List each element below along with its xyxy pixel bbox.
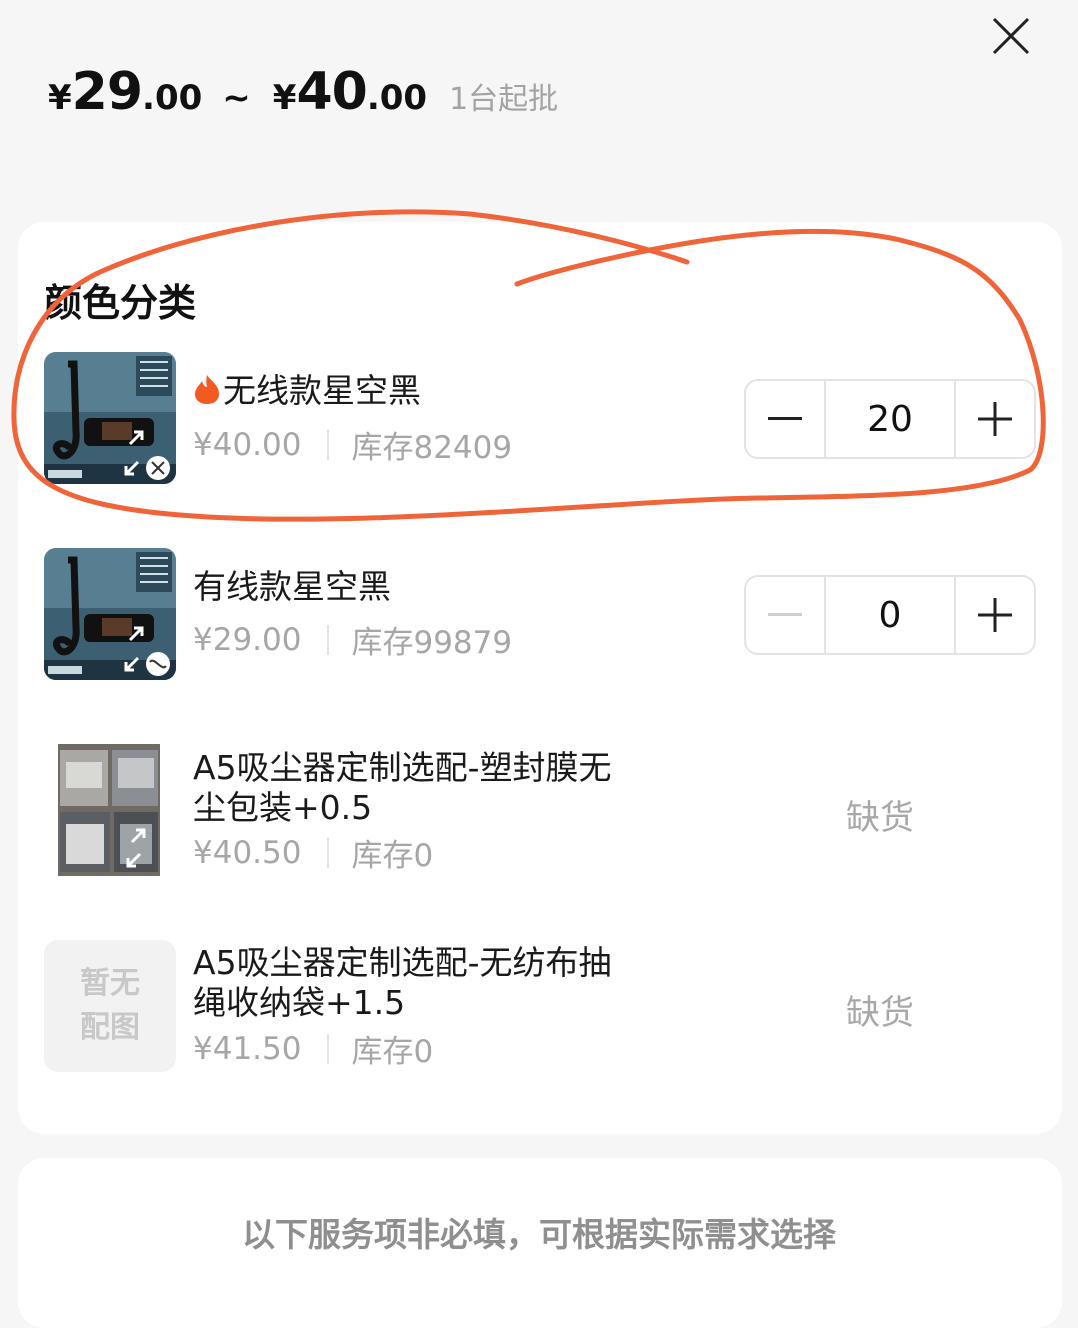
decrement-button[interactable] xyxy=(746,577,824,653)
fire-icon xyxy=(193,373,221,414)
sku-name-text: 无线款星空黑 xyxy=(223,371,421,410)
product-thumbnail[interactable] xyxy=(44,548,176,680)
quantity-stepper: 20 xyxy=(744,379,1036,459)
divider xyxy=(327,429,330,460)
quantity-stepper: 0 xyxy=(744,575,1036,655)
sku-meta: ¥40.00 库存82409 xyxy=(193,422,512,467)
increment-button[interactable] xyxy=(956,577,1034,653)
decrement-button[interactable] xyxy=(746,381,824,457)
price-max-decimal: .00 xyxy=(366,78,428,118)
sku-stock: 库存0 xyxy=(351,838,434,874)
quantity-value[interactable]: 0 xyxy=(824,577,956,653)
divider xyxy=(327,624,330,655)
currency-symbol: ¥ xyxy=(48,78,72,118)
section-title: 颜色分类 xyxy=(44,281,197,325)
sku-meta: ¥41.50 库存0 xyxy=(193,1026,433,1071)
sku-name-line: 绳收纳袋+1.5 xyxy=(193,983,406,1022)
close-icon[interactable] xyxy=(990,15,1032,57)
out-of-stock-label: 缺货 xyxy=(846,798,914,838)
sku-price: ¥40.50 xyxy=(193,834,302,871)
sku-stock: 库存0 xyxy=(351,1034,434,1070)
no-image-placeholder: 暂无 配图 xyxy=(44,940,176,1072)
sku-name-line: 尘包装+0.5 xyxy=(193,788,373,827)
sku-name: 有线款星空黑 xyxy=(193,567,391,606)
min-order-label: 1台起批 xyxy=(449,82,559,117)
price-min-decimal: .00 xyxy=(142,78,203,118)
range-separator: ~ xyxy=(222,78,251,118)
divider xyxy=(327,837,330,868)
quantity-value[interactable]: 20 xyxy=(824,381,956,457)
out-of-stock-label: 缺货 xyxy=(846,993,914,1033)
sku-name-line: A5吸尘器定制选配-无纺布抽 xyxy=(193,943,612,982)
sku-name: A5吸尘器定制选配-无纺布抽 绳收纳袋+1.5 xyxy=(193,943,663,1023)
service-note: 以下服务项非必填，可根据实际需求选择 xyxy=(242,1215,836,1254)
sku-price: ¥29.00 xyxy=(193,621,302,658)
sku-price: ¥41.50 xyxy=(193,1030,302,1067)
sku-name: 无线款星空黑 xyxy=(193,371,663,414)
sku-name: A5吸尘器定制选配-塑封膜无 尘包装+0.5 xyxy=(193,748,663,828)
increment-button[interactable] xyxy=(956,381,1034,457)
placeholder-text: 配图 xyxy=(80,1010,140,1045)
sku-stock: 库存99879 xyxy=(351,625,513,661)
sku-name-line: A5吸尘器定制选配-塑封膜无 xyxy=(193,748,612,787)
packaging-thumbnail[interactable] xyxy=(58,744,160,876)
price-max-integer: 40 xyxy=(296,62,367,122)
price-min-integer: 29 xyxy=(71,62,143,122)
currency-symbol: ¥ xyxy=(272,78,297,118)
sku-meta: ¥40.50 库存0 xyxy=(193,830,433,875)
sku-price: ¥40.00 xyxy=(193,426,302,463)
sku-meta: ¥29.00 库存99879 xyxy=(193,617,512,662)
placeholder-text: 暂无 xyxy=(80,966,140,1001)
price-range: ¥ 29 .00 ~ ¥ 40 .00 1台起批 xyxy=(48,62,558,132)
product-thumbnail[interactable] xyxy=(44,352,176,484)
divider xyxy=(327,1033,330,1064)
sku-stock: 库存82409 xyxy=(351,430,513,466)
